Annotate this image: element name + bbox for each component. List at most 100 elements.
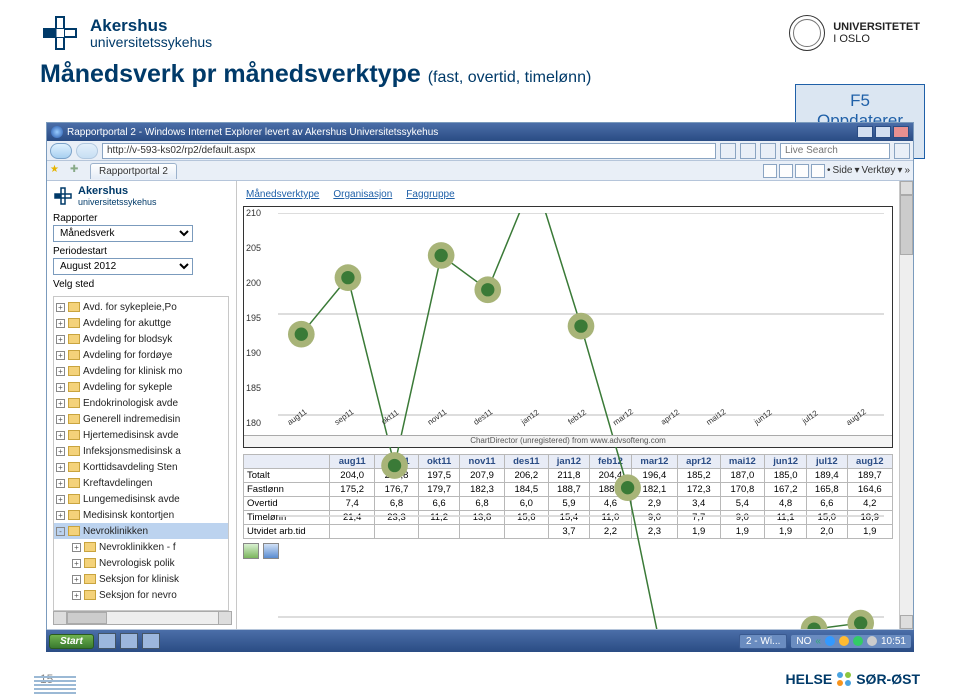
start-button[interactable]: Start (49, 634, 94, 649)
scroll-up-icon[interactable] (900, 181, 913, 195)
main-scrollbar[interactable] (899, 181, 913, 629)
tab-manedsverktype[interactable]: Månedsverktype (241, 187, 324, 202)
quicklaunch-media-icon[interactable] (142, 633, 160, 649)
menu-page[interactable]: Side (832, 165, 852, 176)
tree-item[interactable]: +Avdeling for akuttge (54, 315, 228, 331)
chart-y-tick: 180 (246, 418, 261, 428)
home-icon[interactable] (763, 164, 777, 178)
forward-button[interactable] (76, 143, 98, 159)
tree-item[interactable]: +Hjertemedisinsk avde (54, 427, 228, 443)
ahus-logo: Akershus universitetssykehus (40, 13, 212, 53)
menu-tools[interactable]: Verktøy (862, 165, 896, 176)
tree-item[interactable]: +Avdeling for sykeple (54, 379, 228, 395)
quicklaunch-ie-icon[interactable] (98, 633, 116, 649)
go-button[interactable] (720, 143, 736, 159)
tree-item[interactable]: +Avdeling for blodsyk (54, 331, 228, 347)
sidebar-logo-big: Akershus (78, 185, 157, 197)
tree-item[interactable]: +Korttidsavdeling Sten (54, 459, 228, 475)
chevron-right-icon[interactable]: » (904, 165, 910, 176)
chart-footer: ChartDirector (unregistered) from www.ad… (244, 435, 892, 447)
tree-child-item[interactable]: +Nevroklinikken - f (54, 539, 228, 555)
ie-icon (51, 126, 63, 138)
feed-icon[interactable] (779, 164, 793, 178)
select-periodestart[interactable]: August 2012 (53, 258, 193, 275)
report-tabs: Månedsverktype Organisasjon Faggruppe (237, 181, 899, 202)
tree-item[interactable]: +Lungemedisinsk avde (54, 491, 228, 507)
taskbar-item[interactable]: 2 - Wi... (739, 634, 787, 649)
favorites-icon[interactable]: ★ (50, 164, 64, 178)
browser-titlebar[interactable]: Rapportportal 2 - Windows Internet Explo… (47, 123, 913, 141)
org-tree[interactable]: +Avd. for sykepleie,Po+Avdeling for akut… (53, 296, 229, 611)
scroll-down-icon[interactable] (900, 615, 913, 629)
chart-y-tick: 200 (246, 278, 261, 288)
stop-button[interactable] (760, 143, 776, 159)
select-rapporter[interactable]: Månedsverk (53, 225, 193, 242)
sidebar-logo: Akershus universitetssykehus (53, 185, 232, 207)
footer-lines-icon (34, 674, 76, 694)
scroll-left-icon[interactable] (53, 611, 67, 625)
tree-item[interactable]: +Avd. for sykepleie,Po (54, 299, 228, 315)
label-rapporter: Rapporter (53, 213, 232, 224)
vscroll-thumb[interactable] (900, 195, 913, 255)
slide-footer: 15 HELSE SØR-ØST (0, 662, 960, 696)
page-tab[interactable]: Rapportportal 2 (90, 163, 177, 179)
tray-clock: 10:51 (881, 636, 906, 647)
address-bar-row (47, 141, 913, 161)
system-tray[interactable]: NO « 10:51 (791, 635, 911, 648)
tree-child-item[interactable]: +Seksjon for nevro (54, 587, 228, 603)
tree-item[interactable]: +Endokrinologisk avde (54, 395, 228, 411)
close-button[interactable] (893, 126, 909, 138)
tree-item[interactable]: +Medisinsk kontortjen (54, 507, 228, 523)
page-body: Akershus universitetssykehus Rapporter M… (47, 181, 913, 629)
search-input[interactable] (780, 143, 890, 159)
back-button[interactable] (50, 143, 72, 159)
page-tab-label: Rapportportal 2 (99, 166, 168, 177)
label-periodestart: Periodestart (53, 246, 232, 257)
add-favorite-icon[interactable]: ✚ (70, 164, 84, 178)
export-word-icon[interactable] (263, 543, 279, 559)
tree-item[interactable]: +Kreftavdelingen (54, 475, 228, 491)
chart-y-tick: 205 (246, 243, 261, 253)
tab-organisasjon[interactable]: Organisasjon (328, 187, 397, 202)
window-title: Rapportportal 2 - Windows Internet Explo… (67, 127, 438, 138)
print-icon[interactable] (811, 164, 825, 178)
tree-child-item[interactable]: +Seksjon for klinisk (54, 571, 228, 587)
sorost-label: SØR-ØST (856, 671, 920, 687)
tray-icon-1[interactable] (825, 636, 835, 646)
scroll-right-icon[interactable] (218, 611, 232, 625)
refresh-button[interactable] (740, 143, 756, 159)
uio-seal-icon (789, 15, 825, 51)
ahus-subtitle: universitetssykehus (90, 35, 212, 50)
slide-header: Akershus universitetssykehus UNIVERSITET… (0, 0, 960, 60)
chart-y-tick: 195 (246, 313, 261, 323)
tree-item[interactable]: +Generell indremedisin (54, 411, 228, 427)
tree-item[interactable]: +Avdeling for fordøye (54, 347, 228, 363)
minimize-button[interactable] (857, 126, 873, 138)
scroll-thumb[interactable] (67, 612, 107, 624)
helse-label: HELSE (786, 671, 833, 687)
uio-subtitle: I OSLO (833, 33, 920, 45)
taskbar: Start 2 - Wi... NO « 10:51 (46, 630, 914, 652)
export-excel-icon[interactable] (243, 543, 259, 559)
tree-item-selected[interactable]: -Nevroklinikken (54, 523, 228, 539)
slide-title-sub: (fast, overtid, timelønn) (428, 69, 592, 86)
tab-faggruppe[interactable]: Faggruppe (401, 187, 459, 202)
tray-icon-2[interactable] (839, 636, 849, 646)
address-input[interactable] (102, 143, 716, 159)
maximize-button[interactable] (875, 126, 891, 138)
quicklaunch-explorer-icon[interactable] (120, 633, 138, 649)
tray-icon-3[interactable] (853, 636, 863, 646)
tray-lang[interactable]: NO (796, 636, 811, 647)
mail-icon[interactable] (795, 164, 809, 178)
ahus-title: Akershus (90, 17, 212, 35)
tray-volume-icon[interactable] (867, 636, 877, 646)
chart-x-labels: aug11sep11okt11nov11des11jan12feb12mar12… (278, 426, 884, 435)
search-button[interactable] (894, 143, 910, 159)
tree-child-item[interactable]: +Nevrologisk polik (54, 555, 228, 571)
helse-sorost-logo: HELSE SØR-ØST (786, 671, 920, 687)
tree-item[interactable]: +Avdeling for klinisk mo (54, 363, 228, 379)
tree-item[interactable]: +Infeksjonsmedisinsk a (54, 443, 228, 459)
tree-scrollbar[interactable] (53, 611, 232, 625)
sidebar: Akershus universitetssykehus Rapporter M… (47, 181, 237, 629)
tab-bar: ★ ✚ Rapportportal 2 • Side▾ Verktøy▾ » (47, 161, 913, 181)
